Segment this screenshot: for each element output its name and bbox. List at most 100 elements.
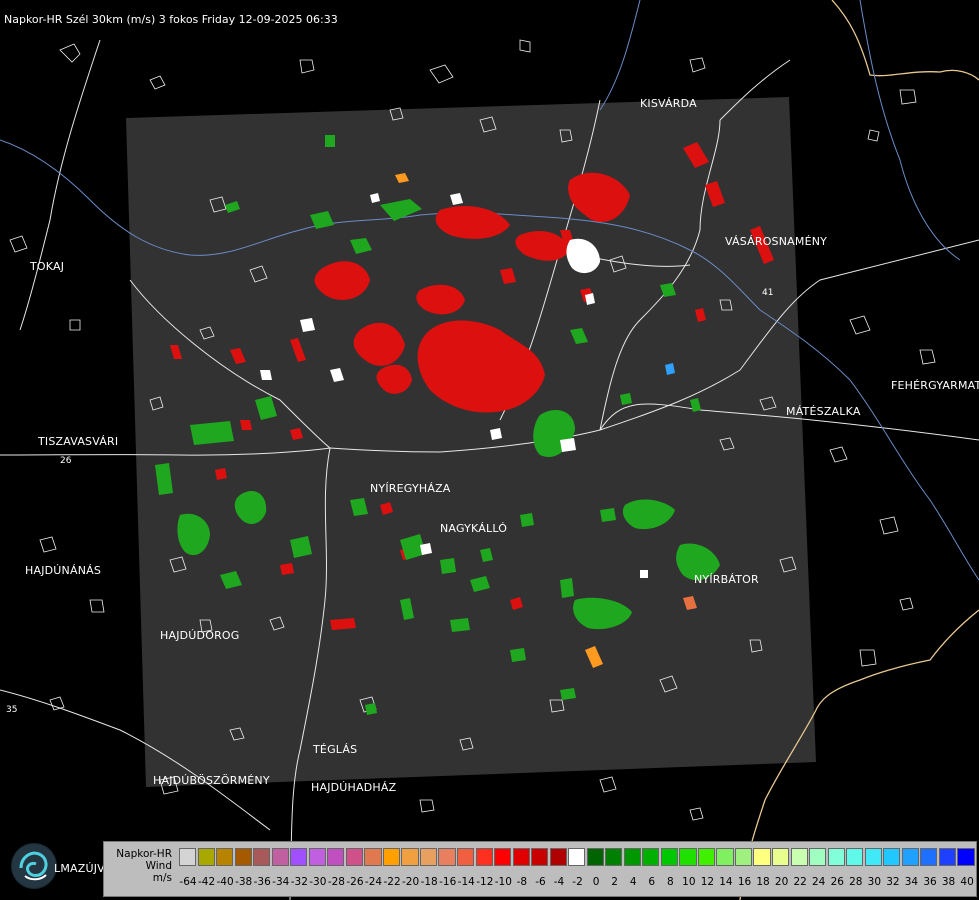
legend-title-line-2: Wind bbox=[145, 860, 172, 872]
legend-tick-label: 30 bbox=[867, 876, 882, 888]
city-label-kisvarda: KISVÁRDA bbox=[640, 97, 697, 110]
legend-ticks: -64 -42 -40 -38 -36 -34 -32 -30 -28 -26 -24 -22 -20-… bbox=[179, 876, 979, 890]
legend-swatch bbox=[605, 848, 623, 866]
legend-swatch bbox=[846, 848, 864, 866]
legend-title-line-3: m/s bbox=[152, 872, 172, 884]
legend-swatch bbox=[271, 848, 289, 866]
legend-swatch bbox=[697, 848, 716, 866]
route-number-26: 26 bbox=[60, 456, 72, 466]
legend-swatch bbox=[401, 848, 419, 866]
legend-tick-label: 20 bbox=[774, 876, 789, 888]
legend-tick-label: 16 bbox=[737, 876, 752, 888]
legend-tick-label: 14 bbox=[719, 876, 733, 888]
city-label-tokaj: TOKAJ bbox=[30, 260, 65, 273]
city-label-hajdunanas: HAJDÚNÁNÁS bbox=[25, 564, 102, 577]
legend-swatch bbox=[253, 848, 271, 866]
legend-swatch bbox=[531, 848, 549, 866]
wind-color-legend: Napkor-HR Wind m/s -64 -42 -40 -38 -36 -34 -32… bbox=[103, 841, 979, 897]
legend-tick-label: -2 bbox=[572, 876, 583, 888]
legend-tick-label: -34 bbox=[272, 876, 290, 888]
legend-swatch bbox=[642, 848, 660, 866]
city-label-nyiregyhaza: NYÍREGYHÁZA bbox=[370, 482, 451, 495]
city-label-mateszalka: MÁTÉSZALKA bbox=[786, 405, 861, 418]
legend-swatch bbox=[290, 848, 308, 866]
legend-tick-label: -64 bbox=[179, 876, 197, 888]
legend-swatch bbox=[308, 848, 326, 866]
city-label-nyirbator: NYÍRBÁTOR bbox=[694, 573, 759, 586]
legend-tick-label: -12 bbox=[476, 876, 494, 888]
legend-swatch bbox=[179, 848, 197, 866]
legend-swatch bbox=[197, 848, 215, 866]
legend-swatch bbox=[494, 848, 512, 866]
legend-tick-label: 34 bbox=[904, 876, 919, 888]
legend-tick-label: -30 bbox=[309, 876, 327, 888]
legend-tick-label: 12 bbox=[700, 876, 715, 888]
legend-swatch bbox=[957, 848, 975, 866]
legend-tick-label: 32 bbox=[886, 876, 900, 888]
legend-tick-label: -10 bbox=[494, 876, 512, 888]
legend-tick-label: 4 bbox=[629, 876, 637, 888]
legend-swatch bbox=[679, 848, 697, 866]
legend-swatch bbox=[456, 848, 475, 866]
legend-swatches bbox=[179, 848, 976, 866]
legend-swatch bbox=[586, 848, 604, 866]
legend-swatch bbox=[790, 848, 808, 866]
legend-tick-label: 8 bbox=[666, 876, 674, 888]
legend-swatch bbox=[216, 848, 234, 866]
legend-tick-label: 24 bbox=[812, 876, 826, 888]
legend-tick-label: 10 bbox=[682, 876, 696, 888]
legend-tick-label: -24 bbox=[364, 876, 383, 888]
radar-map: 26 35 41 bbox=[0, 0, 979, 900]
legend-tick-label: -6 bbox=[535, 876, 546, 888]
legend-swatch bbox=[734, 848, 753, 866]
legend-swatch bbox=[475, 848, 493, 866]
legend-swatch bbox=[345, 848, 363, 866]
legend-swatch bbox=[772, 848, 790, 866]
legend-swatch bbox=[382, 848, 401, 866]
legend-tick-label: -4 bbox=[553, 876, 565, 888]
legend-swatch bbox=[364, 848, 382, 866]
legend-swatch bbox=[438, 848, 456, 866]
legend-tick-label: 38 bbox=[941, 876, 956, 888]
legend-swatch bbox=[327, 848, 345, 866]
legend-swatch bbox=[234, 848, 252, 866]
legend-tick-label: 0 bbox=[592, 876, 600, 888]
city-label-hajdudorog: HAJDÚDOROG bbox=[160, 629, 240, 642]
legend-tick-label: 22 bbox=[793, 876, 807, 888]
legend-tick-label: -20 bbox=[402, 876, 420, 888]
legend-swatch bbox=[753, 848, 771, 866]
legend-swatch bbox=[901, 848, 919, 866]
legend-tick-label: -28 bbox=[327, 876, 345, 888]
legend-tick-label: 2 bbox=[611, 876, 618, 888]
city-label-tiszavasvari: TISZAVASVÁRI bbox=[38, 435, 119, 448]
legend-swatch bbox=[827, 848, 845, 866]
legend-title-line-1: Napkor-HR bbox=[116, 848, 172, 860]
legend-tick-label: -42 bbox=[197, 876, 216, 888]
legend-tick-label: 36 bbox=[923, 876, 937, 888]
legend-title: Napkor-HR Wind m/s bbox=[108, 848, 172, 884]
legend-tick-label: -32 bbox=[290, 876, 308, 888]
route-number-35: 35 bbox=[6, 705, 17, 715]
legend-swatch bbox=[623, 848, 641, 866]
legend-swatch bbox=[938, 848, 956, 866]
route-number-41: 41 bbox=[762, 288, 773, 298]
legend-swatch bbox=[512, 848, 530, 866]
legend-tick-label: 28 bbox=[849, 876, 863, 888]
legend-tick-label: -38 bbox=[235, 876, 253, 888]
legend-swatch bbox=[920, 848, 938, 866]
legend-swatch bbox=[419, 848, 438, 866]
legend-swatch bbox=[549, 848, 567, 866]
legend-tick-label: -14 bbox=[457, 876, 475, 888]
legend-swatch bbox=[883, 848, 901, 866]
legend-tick-label: 26 bbox=[830, 876, 844, 888]
legend-swatch bbox=[716, 848, 734, 866]
legend-tick-label: -16 bbox=[439, 876, 457, 888]
legend-tick-label: -22 bbox=[383, 876, 401, 888]
legend-tick-label: -40 bbox=[216, 876, 234, 888]
legend-swatch bbox=[660, 848, 678, 866]
legend-tick-label: 18 bbox=[756, 876, 770, 888]
legend-swatch bbox=[568, 848, 586, 866]
legend-tick-label: -18 bbox=[420, 876, 438, 888]
city-label-hajduboszormeny: HAJDÚBÖSZÖRMÉNY bbox=[153, 774, 270, 787]
legend-swatch bbox=[864, 848, 882, 866]
